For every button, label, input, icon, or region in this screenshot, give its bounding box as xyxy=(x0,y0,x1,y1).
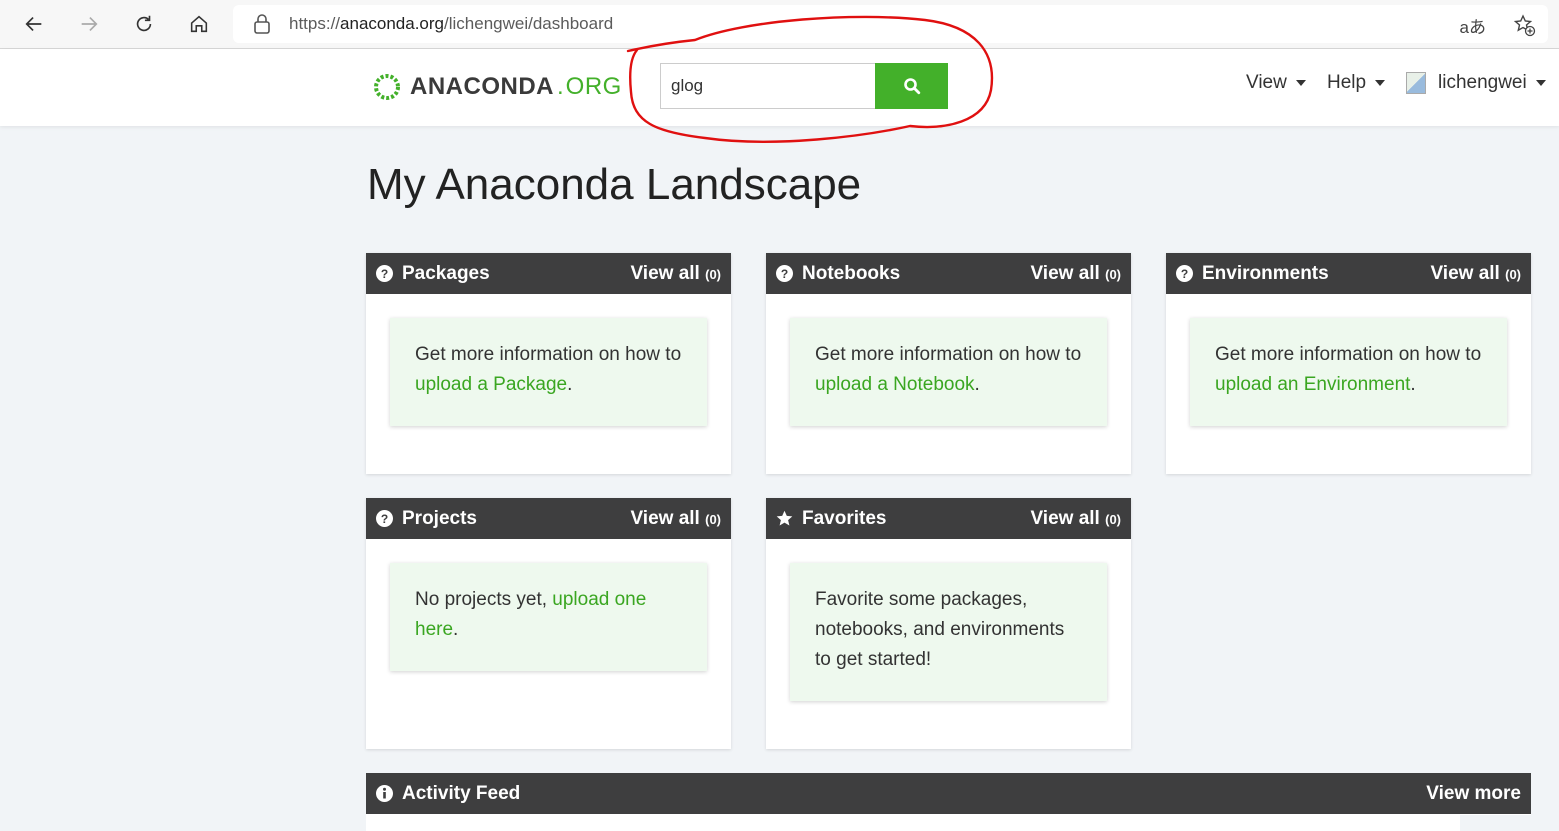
count-badge: (0) xyxy=(705,267,721,282)
view-all-label: View all xyxy=(630,508,700,529)
info-text: Get more information on how to xyxy=(415,344,682,365)
chevron-down-icon xyxy=(1295,80,1306,86)
logo-org-text: ORG xyxy=(565,73,622,100)
anaconda-logo[interactable]: ANACONDA. ORG xyxy=(372,71,622,103)
help-menu-label: Help xyxy=(1327,72,1367,93)
chevron-down-icon xyxy=(1375,80,1386,86)
search-icon xyxy=(903,78,920,95)
upload-environment-link[interactable]: upload an Environment xyxy=(1215,374,1410,395)
view-all-link[interactable]: View all (0) xyxy=(1030,508,1121,530)
info-text-end: . xyxy=(974,374,980,395)
notebooks-panel: ? Notebooks View all (0) Get more inform… xyxy=(766,253,1131,474)
view-more-link[interactable]: View more xyxy=(1426,783,1521,805)
environments-panel: ? Environments View all (0) Get more inf… xyxy=(1166,253,1531,474)
anaconda-ring-icon xyxy=(374,74,400,100)
star-icon xyxy=(776,510,793,526)
address-bar[interactable]: https://anaconda.org/lichengwei/dashboar… xyxy=(233,5,1548,43)
info-text: Get more information on how to xyxy=(1215,344,1482,365)
packages-panel: ? Packages View all (0) Get more informa… xyxy=(366,253,731,474)
svg-text:?: ? xyxy=(381,512,388,526)
activity-feed-panel: Activity Feed View more xyxy=(366,773,1531,831)
count-badge: (0) xyxy=(1105,267,1121,282)
search-input[interactable] xyxy=(660,63,875,109)
svg-text:?: ? xyxy=(381,267,388,281)
view-menu[interactable]: View xyxy=(1246,72,1306,94)
view-menu-label: View xyxy=(1246,72,1287,93)
info-text-end: . xyxy=(453,619,459,640)
url-text: https://anaconda.org/lichengwei/dashboar… xyxy=(289,14,613,34)
view-all-link[interactable]: View all (0) xyxy=(1430,263,1521,285)
upload-package-link[interactable]: upload a Package xyxy=(415,374,567,395)
view-all-label: View all xyxy=(630,263,700,284)
question-circle-icon: ? xyxy=(376,510,393,527)
favorites-panel-header: Favorites View all (0) xyxy=(766,498,1131,539)
reload-button[interactable] xyxy=(128,8,160,40)
view-all-link[interactable]: View all (0) xyxy=(630,508,721,530)
logo-text: ANACONDA xyxy=(410,73,554,100)
page-title: My Anaconda Landscape xyxy=(367,160,862,209)
search-button[interactable] xyxy=(875,63,948,109)
url-prefix: https:// xyxy=(289,14,341,33)
info-card: Favorite some packages, notebooks, and e… xyxy=(790,563,1107,701)
info-card: Get more information on how to upload a … xyxy=(390,318,707,426)
environments-panel-header: ? Environments View all (0) xyxy=(1166,253,1531,294)
forward-button[interactable] xyxy=(73,8,105,40)
info-card: Get more information on how to upload a … xyxy=(790,318,1107,426)
help-menu[interactable]: Help xyxy=(1327,72,1386,94)
info-text-end: . xyxy=(567,374,573,395)
panel-title: Activity Feed xyxy=(402,783,521,804)
avatar xyxy=(1406,72,1426,94)
info-text: No projects yet, xyxy=(415,589,553,610)
activity-feed-header: Activity Feed View more xyxy=(366,773,1531,814)
packages-panel-header: ? Packages View all (0) xyxy=(366,253,731,294)
url-path: /lichengwei/dashboard xyxy=(444,14,614,33)
translate-icon[interactable]: aあ xyxy=(1460,13,1486,38)
home-button[interactable] xyxy=(183,8,215,40)
info-card: No projects yet, upload one here. xyxy=(390,563,707,671)
view-all-label: View all xyxy=(1030,263,1100,284)
panel-title: Projects xyxy=(402,508,477,529)
user-menu[interactable]: lichengwei xyxy=(1406,72,1546,94)
chevron-down-icon xyxy=(1535,80,1546,86)
info-card: Get more information on how to upload an… xyxy=(1190,318,1507,426)
view-all-link[interactable]: View all (0) xyxy=(630,263,721,285)
scrollbar-corner xyxy=(1460,815,1559,831)
info-text-end: . xyxy=(1410,374,1416,395)
favorite-star-add-icon[interactable] xyxy=(1512,13,1536,37)
info-text: Favorite some packages, notebooks, and e… xyxy=(815,589,1065,670)
projects-panel-header: ? Projects View all (0) xyxy=(366,498,731,539)
favorites-panel: Favorites View all (0) Favorite some pac… xyxy=(766,498,1131,749)
panel-title: Notebooks xyxy=(802,263,901,284)
panel-title: Favorites xyxy=(802,508,887,529)
svg-text:?: ? xyxy=(781,267,788,281)
forward-arrow-icon xyxy=(81,16,98,32)
reload-icon xyxy=(136,15,152,32)
question-circle-icon: ? xyxy=(776,265,793,282)
lock-icon xyxy=(254,14,270,34)
upload-notebook-link[interactable]: upload a Notebook xyxy=(815,374,975,395)
info-circle-icon xyxy=(376,785,393,802)
info-text: Get more information on how to xyxy=(815,344,1082,365)
back-button[interactable] xyxy=(18,8,50,40)
question-circle-icon: ? xyxy=(376,265,393,282)
projects-panel: ? Projects View all (0) No projects yet,… xyxy=(366,498,731,749)
question-circle-icon: ? xyxy=(1176,265,1193,282)
panel-title: Environments xyxy=(1202,263,1329,284)
count-badge: (0) xyxy=(705,512,721,527)
url-host: anaconda.org xyxy=(340,14,445,33)
site-header: ANACONDA.ORG View Help lichengwei xyxy=(0,49,1559,126)
user-name: lichengwei xyxy=(1438,72,1527,93)
panel-title: Packages xyxy=(402,263,490,284)
view-all-label: View all xyxy=(1030,508,1100,529)
view-all-label: View all xyxy=(1430,263,1500,284)
svg-text:?: ? xyxy=(1181,267,1188,281)
home-icon xyxy=(190,15,208,33)
count-badge: (0) xyxy=(1505,267,1521,282)
count-badge: (0) xyxy=(1105,512,1121,527)
back-arrow-icon xyxy=(25,16,42,32)
notebooks-panel-header: ? Notebooks View all (0) xyxy=(766,253,1131,294)
logo-dot: . xyxy=(557,73,564,100)
browser-toolbar: https://anaconda.org/lichengwei/dashboar… xyxy=(0,0,1559,49)
view-all-link[interactable]: View all (0) xyxy=(1030,263,1121,285)
